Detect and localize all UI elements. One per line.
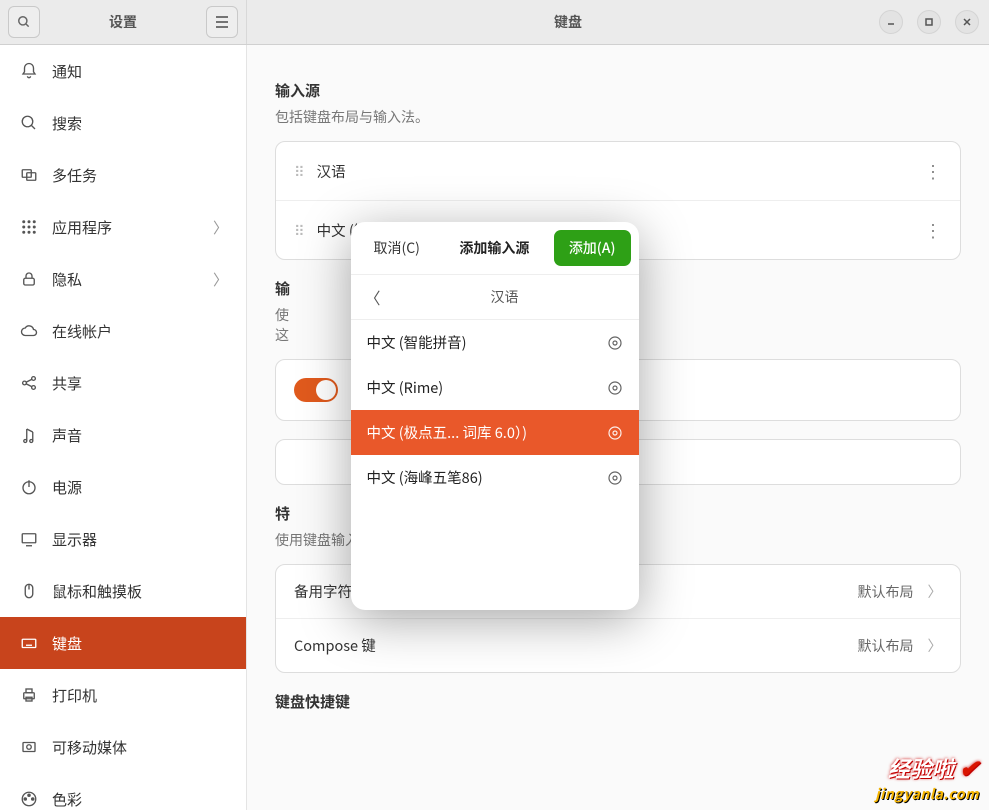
input-method-label: 中文 (智能拼音)	[367, 332, 467, 353]
input-method-item[interactable]: 中文 (智能拼音)	[351, 320, 639, 365]
gear-icon[interactable]	[607, 335, 623, 351]
add-button[interactable]: 添加(A)	[554, 230, 631, 266]
gear-icon[interactable]	[607, 380, 623, 396]
input-method-label: 中文 (Rime)	[367, 377, 444, 398]
dialog-title: 添加输入源	[441, 238, 548, 258]
watermark: 经验啦 ✔ jingyanla.com	[875, 749, 979, 804]
input-method-label: 中文 (极点五... 词库 6.0）)	[367, 422, 528, 443]
language-header: 汉语	[385, 287, 625, 307]
input-method-item[interactable]: 中文 (极点五... 词库 6.0）)	[351, 410, 639, 455]
input-method-list: 中文 (智能拼音) 中文 (Rime) 中文 (极点五... 词库 6.0）) 中文 …	[351, 320, 639, 610]
gear-icon[interactable]	[607, 470, 623, 486]
cancel-button[interactable]: 取消(C)	[359, 230, 435, 266]
add-input-source-dialog: 取消(C) 添加输入源 添加(A) 〈 汉语 中文 (智能拼音) 中文 (Rime…	[351, 222, 639, 610]
input-method-label: 中文 (海峰五笔86)	[367, 467, 483, 488]
input-method-item[interactable]: 中文 (海峰五笔86)	[351, 455, 639, 500]
modal-overlay: 取消(C) 添加输入源 添加(A) 〈 汉语 中文 (智能拼音) 中文 (Rime…	[0, 0, 989, 810]
back-button[interactable]: 〈	[365, 285, 385, 309]
gear-icon[interactable]	[607, 425, 623, 441]
input-method-item[interactable]: 中文 (Rime)	[351, 365, 639, 410]
